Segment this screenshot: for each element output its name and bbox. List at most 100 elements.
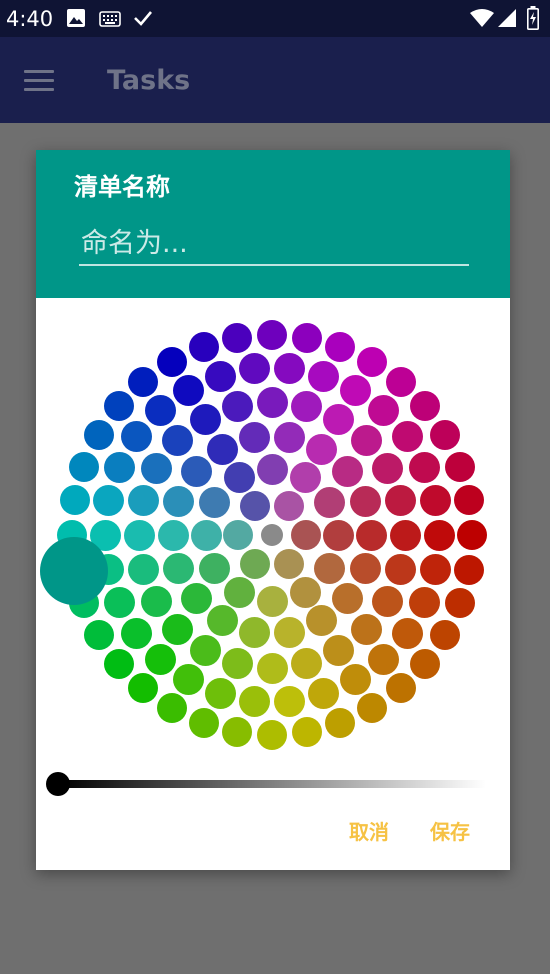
color-swatch[interactable]: [457, 520, 487, 550]
color-swatch[interactable]: [204, 360, 236, 392]
color-swatch[interactable]: [223, 576, 255, 608]
color-swatch[interactable]: [453, 554, 484, 585]
color-swatch[interactable]: [256, 453, 288, 485]
color-swatch[interactable]: [157, 693, 187, 724]
color-swatch[interactable]: [256, 386, 288, 418]
color-swatch[interactable]: [173, 374, 204, 406]
color-swatch[interactable]: [274, 549, 304, 580]
color-swatch[interactable]: [325, 707, 356, 738]
color-swatch[interactable]: [371, 586, 403, 617]
color-swatch[interactable]: [384, 485, 416, 517]
color-swatch[interactable]: [340, 664, 371, 696]
color-swatch[interactable]: [289, 576, 321, 608]
color-swatch[interactable]: [190, 519, 222, 551]
color-swatch[interactable]: [385, 366, 416, 397]
color-swatch[interactable]: [222, 647, 254, 679]
color-swatch[interactable]: [385, 673, 416, 704]
color-swatch[interactable]: [173, 664, 204, 696]
color-swatch[interactable]: [430, 620, 461, 650]
color-swatch[interactable]: [444, 451, 475, 482]
color-swatch[interactable]: [239, 422, 271, 453]
color-swatch[interactable]: [222, 323, 253, 354]
color-swatch[interactable]: [240, 490, 270, 521]
color-swatch[interactable]: [313, 552, 345, 584]
color-swatch[interactable]: [157, 519, 189, 551]
color-swatch[interactable]: [93, 484, 125, 516]
color-swatch[interactable]: [332, 455, 364, 487]
color-swatch[interactable]: [290, 647, 322, 679]
color-swatch[interactable]: [389, 519, 421, 551]
color-swatch[interactable]: [103, 648, 134, 679]
color-swatch[interactable]: [355, 519, 387, 551]
color-swatch[interactable]: [391, 617, 423, 649]
color-swatch[interactable]: [357, 693, 387, 724]
color-swatch[interactable]: [349, 485, 381, 517]
color-swatch[interactable]: [332, 583, 364, 615]
color-swatch[interactable]: [128, 673, 159, 704]
color-swatch[interactable]: [223, 520, 253, 550]
color-swatch[interactable]: [291, 520, 321, 550]
color-swatch[interactable]: [350, 425, 382, 457]
selected-color-swatch[interactable]: [40, 537, 108, 605]
cancel-button[interactable]: 取消: [349, 817, 389, 847]
color-swatch[interactable]: [123, 519, 155, 551]
color-swatch[interactable]: [239, 616, 271, 648]
color-swatch[interactable]: [103, 451, 135, 483]
color-swatch[interactable]: [273, 353, 305, 385]
color-swatch[interactable]: [103, 391, 134, 422]
color-swatch[interactable]: [188, 707, 219, 738]
color-swatch[interactable]: [207, 433, 238, 465]
color-swatch[interactable]: [323, 404, 354, 436]
color-swatch[interactable]: [188, 332, 219, 363]
color-swatch[interactable]: [256, 652, 288, 684]
color-swatch[interactable]: [128, 366, 159, 397]
color-swatch[interactable]: [207, 605, 238, 637]
color-swatch[interactable]: [190, 404, 221, 436]
color-swatch[interactable]: [257, 320, 287, 350]
color-swatch[interactable]: [222, 391, 254, 423]
color-swatch[interactable]: [144, 395, 176, 427]
color-swatch[interactable]: [222, 716, 253, 747]
color-swatch[interactable]: [141, 586, 173, 617]
color-swatch[interactable]: [121, 421, 153, 453]
color-swatch[interactable]: [313, 486, 345, 518]
color-swatch[interactable]: [306, 605, 337, 637]
color-swatch[interactable]: [121, 617, 153, 649]
color-swatch[interactable]: [240, 549, 270, 580]
color-swatch[interactable]: [141, 453, 173, 484]
color-swatch[interactable]: [308, 360, 340, 392]
color-swatch[interactable]: [291, 323, 322, 354]
color-swatch[interactable]: [128, 485, 160, 517]
list-name-input[interactable]: [79, 222, 469, 266]
color-swatch[interactable]: [128, 553, 160, 585]
color-swatch[interactable]: [256, 585, 288, 617]
color-swatch[interactable]: [325, 332, 356, 363]
color-swatch[interactable]: [180, 583, 212, 615]
color-swatch[interactable]: [199, 486, 231, 518]
color-swatch[interactable]: [357, 346, 387, 377]
color-swatch[interactable]: [162, 613, 194, 645]
color-swatch[interactable]: [83, 620, 114, 650]
color-swatch[interactable]: [273, 685, 305, 717]
color-swatch[interactable]: [180, 455, 212, 487]
color-swatch[interactable]: [157, 346, 187, 377]
color-swatch[interactable]: [204, 678, 236, 710]
brightness-slider-thumb[interactable]: [46, 772, 70, 796]
color-swatch[interactable]: [409, 587, 441, 619]
color-swatch[interactable]: [273, 422, 305, 453]
color-swatch[interactable]: [423, 519, 455, 551]
color-swatch[interactable]: [163, 485, 195, 517]
color-swatch[interactable]: [368, 643, 400, 675]
color-swatch[interactable]: [306, 433, 337, 465]
color-swatch[interactable]: [368, 395, 400, 427]
color-swatch[interactable]: [103, 587, 135, 619]
color-swatch[interactable]: [419, 484, 451, 516]
color-swatch[interactable]: [322, 519, 354, 551]
color-swatch[interactable]: [340, 374, 371, 406]
color-swatch[interactable]: [239, 353, 271, 385]
color-swatch[interactable]: [349, 553, 381, 585]
color-swatch[interactable]: [273, 616, 305, 648]
color-swatch[interactable]: [274, 490, 304, 521]
color-swatch[interactable]: [409, 451, 441, 483]
color-swatch[interactable]: [239, 685, 271, 717]
